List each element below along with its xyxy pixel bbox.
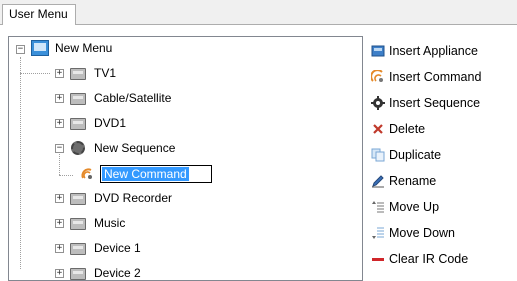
- tree-node-dvd-recorder[interactable]: + DVD Recorder: [9, 190, 229, 208]
- tree-node-label: TV1: [94, 66, 117, 80]
- tab-page: − New Menu + TV1 + Cable/Satellite + DVD…: [0, 25, 517, 281]
- rename-button[interactable]: Rename: [369, 171, 515, 193]
- menu-icon: [31, 40, 49, 56]
- move-up-button[interactable]: Move Up: [369, 197, 515, 219]
- appliance-icon: [371, 44, 385, 58]
- rename-icon: [371, 174, 385, 188]
- tree-node-label: New Menu: [55, 41, 113, 55]
- tree-node-label: Device 1: [94, 241, 141, 255]
- expand-icon[interactable]: +: [55, 119, 64, 128]
- device-icon: [70, 218, 86, 230]
- gear-icon: [71, 141, 85, 155]
- tree-node-label: New Sequence: [94, 141, 176, 155]
- tree-node-new-command[interactable]: New Command: [9, 165, 269, 183]
- tree-node-dvd1[interactable]: + DVD1: [9, 115, 209, 133]
- device-icon: [70, 68, 86, 80]
- ir-command-icon: [80, 167, 94, 181]
- move-up-icon: [371, 200, 385, 214]
- tree-node-label: Music: [94, 216, 126, 230]
- expand-icon[interactable]: +: [55, 219, 64, 228]
- tree-node-root[interactable]: − New Menu: [9, 40, 209, 58]
- device-icon: [70, 193, 86, 205]
- expand-icon[interactable]: +: [55, 244, 64, 253]
- rename-edit-text: New Command: [102, 167, 189, 181]
- tree-node-tv1[interactable]: + TV1: [9, 65, 209, 83]
- tree-node-label: DVD1: [94, 116, 127, 130]
- tree-node-label: Cable/Satellite: [94, 91, 172, 105]
- collapse-icon[interactable]: −: [16, 45, 25, 54]
- move-down-icon: [371, 226, 385, 240]
- tab-user-menu[interactable]: User Menu: [2, 4, 76, 26]
- rename-edit-field[interactable]: New Command: [100, 165, 212, 183]
- delete-icon: [371, 122, 385, 136]
- tree-node-label: Device 2: [94, 266, 141, 280]
- insert-command-button[interactable]: Insert Command: [369, 67, 515, 89]
- collapse-icon[interactable]: −: [55, 144, 64, 153]
- expand-icon[interactable]: +: [55, 194, 64, 203]
- tree-line: [20, 57, 21, 269]
- tree-node-cable-satellite[interactable]: + Cable/Satellite: [9, 90, 229, 108]
- sequence-icon: [371, 96, 385, 110]
- duplicate-icon: [371, 148, 385, 162]
- duplicate-button[interactable]: Duplicate: [369, 145, 515, 167]
- expand-icon[interactable]: +: [55, 94, 64, 103]
- expand-icon[interactable]: +: [55, 69, 64, 78]
- clear-ir-code-button[interactable]: Clear IR Code: [369, 249, 515, 271]
- tree-node-label: DVD Recorder: [94, 191, 173, 205]
- move-down-button[interactable]: Move Down: [369, 223, 515, 245]
- device-icon: [70, 93, 86, 105]
- tree-node-device-2[interactable]: + Device 2: [9, 265, 209, 280]
- clear-ir-icon: [371, 252, 385, 266]
- tree-node-music[interactable]: + Music: [9, 215, 209, 233]
- command-icon: [370, 69, 385, 84]
- tab-strip: User Menu: [0, 0, 517, 26]
- tree-node-new-sequence[interactable]: − New Sequence: [9, 140, 229, 158]
- device-icon: [70, 243, 86, 255]
- menu-tree[interactable]: − New Menu + TV1 + Cable/Satellite + DVD…: [8, 36, 363, 281]
- tree-node-device-1[interactable]: + Device 1: [9, 240, 209, 258]
- delete-button[interactable]: Delete: [369, 119, 515, 141]
- insert-sequence-button[interactable]: Insert Sequence: [369, 93, 515, 115]
- insert-appliance-button[interactable]: Insert Appliance: [369, 41, 515, 63]
- device-icon: [70, 118, 86, 130]
- device-icon: [70, 268, 86, 280]
